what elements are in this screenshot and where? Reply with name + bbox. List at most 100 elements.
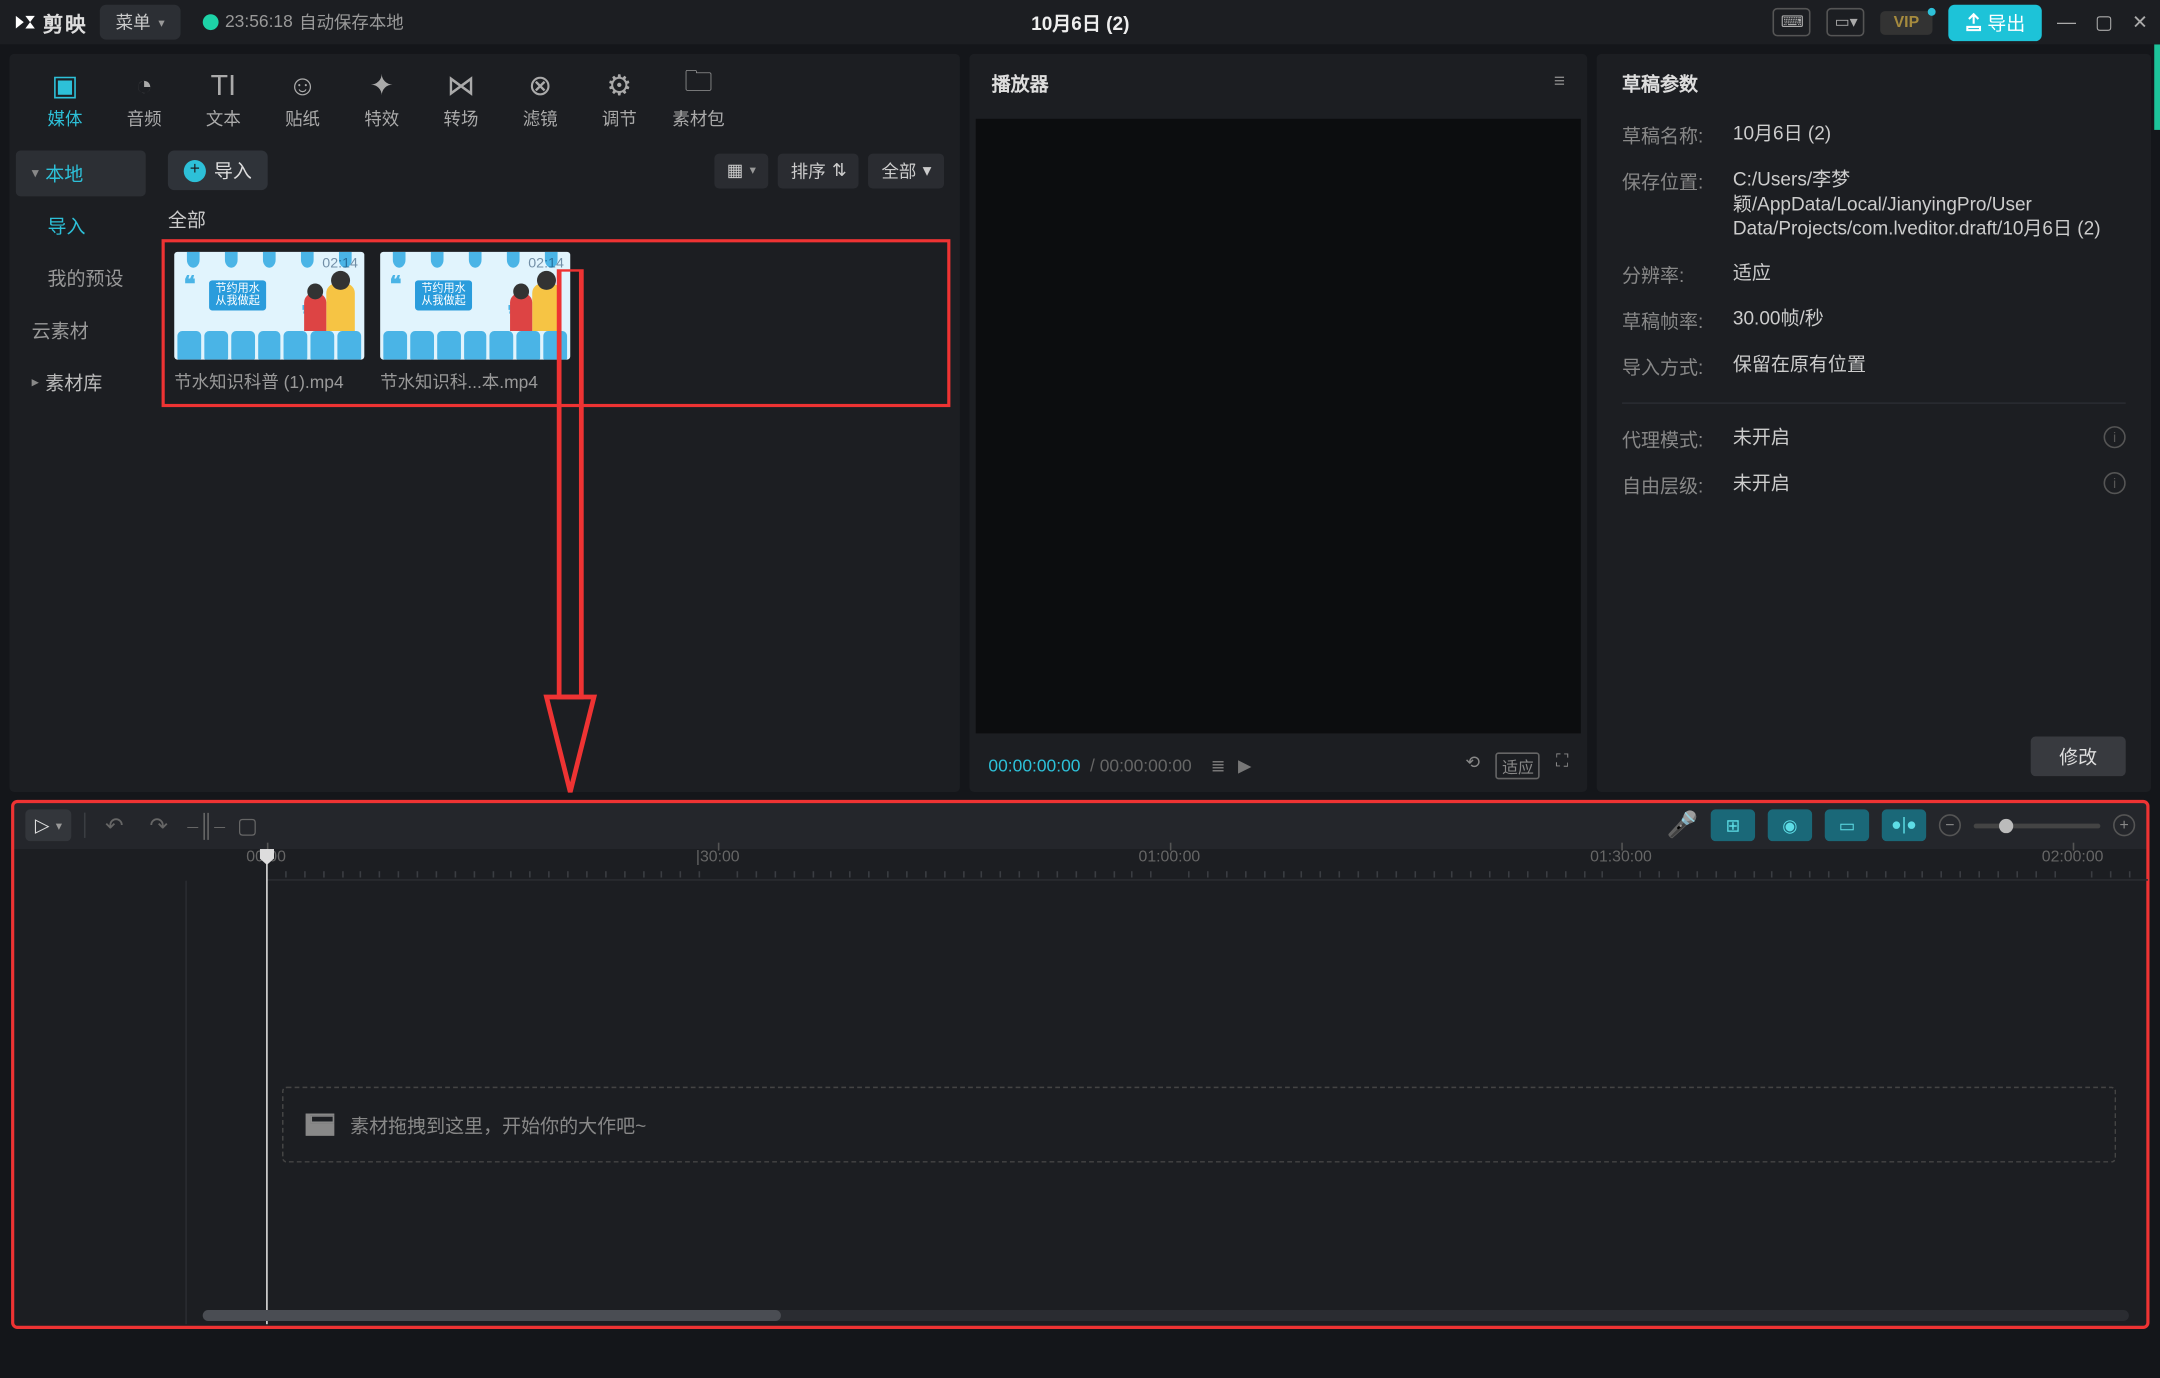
crop-icon[interactable]: ⟲ xyxy=(1465,752,1480,779)
player-viewport[interactable] xyxy=(976,119,1581,734)
play-icon[interactable]: ▶ xyxy=(1238,756,1251,777)
media-sidebar: ▾本地 导入 我的预设 云素材 ▸素材库 xyxy=(10,138,153,792)
close-button[interactable]: ✕ xyxy=(2132,11,2148,33)
tab-media[interactable]: ▣媒体 xyxy=(25,63,104,137)
player-title: 播放器 xyxy=(992,70,1049,97)
export-button[interactable]: 导出 xyxy=(1948,4,2041,40)
ruler-tick: 02:00:00 xyxy=(2042,849,2104,866)
timeline-panel: ▷▾ ↶ ↷ ⎯║⎯ ▢ 🎤 ⊞ ◉ ▭ ●|● − + 00:00 |30:0… xyxy=(13,802,2148,1328)
undo-button[interactable]: ↶ xyxy=(99,812,131,839)
player-menu-icon[interactable]: ≡ xyxy=(1554,70,1565,97)
funnel-icon: ▾ xyxy=(923,160,932,181)
tab-audio[interactable]: ◔音频 xyxy=(105,63,184,137)
layout-icon[interactable]: ▭▾ xyxy=(1827,8,1865,37)
zoom-in-button[interactable]: + xyxy=(2113,814,2135,836)
filter-all-button[interactable]: 全部▾ xyxy=(869,153,944,188)
tab-effect[interactable]: ✦特效 xyxy=(342,63,421,137)
import-button[interactable]: + 导入 xyxy=(168,150,268,190)
keyboard-icon[interactable]: ⌨ xyxy=(1773,8,1811,37)
media-item[interactable]: ❝❞ 节约用水从我做起 02:14 节水知识科普 (1).mp4 xyxy=(174,252,364,395)
tab-pack[interactable]: 🗀素材包 xyxy=(659,63,738,137)
info-icon[interactable]: i xyxy=(2104,472,2126,494)
titlebar: 剪映 菜单▾ 23:56:18 自动保存本地 10月6日 (2) ⌨ ▭▾ VI… xyxy=(0,0,2160,44)
timecode-total: 00:00:00:00 xyxy=(1100,756,1192,775)
media-panel: ▣媒体 ◔音频 TI文本 ☺贴纸 ✦特效 ⋈转场 ⊗滤镜 ⚙调节 🗀素材包 ▾本… xyxy=(10,54,960,792)
filter-icon: ⊗ xyxy=(528,70,552,102)
grid-icon: ▦ xyxy=(727,160,743,181)
info-icon[interactable]: i xyxy=(2104,426,2126,448)
media-icon: ▣ xyxy=(51,70,78,102)
cursor-icon: ▷ xyxy=(35,814,50,836)
prop-fps-label: 草稿帧率: xyxy=(1622,307,1733,334)
tab-text[interactable]: TI文本 xyxy=(184,63,263,137)
list-icon[interactable]: ≣ xyxy=(1211,756,1226,777)
track-header-area xyxy=(13,881,187,1325)
timeline-scrollbar[interactable] xyxy=(203,1310,2129,1321)
section-label: 全部 xyxy=(168,206,944,233)
sidebar-item-import[interactable]: 导入 xyxy=(16,203,146,249)
timeline-ruler[interactable]: 00:00 |30:00 01:00:00 01:30:00 02:00:00 xyxy=(266,849,2148,881)
fit-button[interactable]: 适应 xyxy=(1496,752,1540,779)
cursor-tool[interactable]: ▷▾ xyxy=(25,809,71,841)
sidebar-item-library[interactable]: ▸素材库 xyxy=(16,360,146,406)
tab-adjust[interactable]: ⚙调节 xyxy=(580,63,659,137)
split-button[interactable]: ⎯║⎯ xyxy=(187,812,219,839)
modify-button[interactable]: 修改 xyxy=(2031,737,2126,777)
sidebar-item-cloud[interactable]: 云素材 xyxy=(16,307,146,353)
prop-fps-value: 30.00帧/秒 xyxy=(1733,307,2126,334)
audio-icon: ◔ xyxy=(136,70,153,102)
prop-import-label: 导入方式: xyxy=(1622,353,1733,380)
zoom-slider[interactable] xyxy=(1974,823,2101,828)
zoom-out-button[interactable]: − xyxy=(1939,814,1961,836)
sticker-icon: ☺ xyxy=(288,70,317,102)
redo-button[interactable]: ↷ xyxy=(143,812,175,839)
timeline-drop-zone[interactable]: 素材拖拽到这里，开始你的大作吧~ xyxy=(282,1087,2116,1163)
sort-icon: ⇅ xyxy=(832,160,847,181)
tab-filter[interactable]: ⊗滤镜 xyxy=(501,63,580,137)
sort-button[interactable]: 排序⇅ xyxy=(778,153,859,188)
prop-res-label: 分辨率: xyxy=(1622,261,1733,288)
sidebar-item-preset[interactable]: 我的预设 xyxy=(16,255,146,301)
properties-panel: 草稿参数 草稿名称:10月6日 (2) 保存位置:C:/Users/李梦颖/Ap… xyxy=(1597,54,2151,792)
prop-path-label: 保存位置: xyxy=(1622,168,1733,242)
app-logo: 剪映 xyxy=(13,7,87,37)
magnet-button-1[interactable]: ⊞ xyxy=(1711,809,1755,841)
view-grid-button[interactable]: ▦▾ xyxy=(714,153,769,188)
plus-icon: + xyxy=(184,159,206,181)
prop-name-value: 10月6日 (2) xyxy=(1733,122,2126,149)
tab-transition[interactable]: ⋈转场 xyxy=(421,63,500,137)
maximize-button[interactable]: ▢ xyxy=(2095,11,2113,33)
menu-button[interactable]: 菜单▾ xyxy=(100,5,181,40)
props-title: 草稿参数 xyxy=(1622,70,2126,97)
timeline-tracks[interactable]: 素材拖拽到这里，开始你的大作吧~ xyxy=(13,881,2148,1325)
ruler-tick: |30:00 xyxy=(696,849,740,866)
duration-label: 02:14 xyxy=(322,255,358,271)
media-grid: ❝❞ 节约用水从我做起 02:14 节水知识科普 (1).mp4 xyxy=(168,246,944,401)
document-title: 10月6日 (2) xyxy=(1031,9,1129,36)
prop-layer-label: 自由层级: xyxy=(1622,472,1733,499)
minimize-button[interactable]: — xyxy=(2057,11,2076,33)
tab-sticker[interactable]: ☺贴纸 xyxy=(263,63,342,137)
autosave-indicator: 23:56:18 自动保存本地 xyxy=(203,10,404,35)
duration-label: 02:14 xyxy=(528,255,564,271)
sidebar-item-local[interactable]: ▾本地 xyxy=(16,150,146,196)
media-item[interactable]: ❝❞ 节约用水从我做起 02:14 节水知识科...本.mp4 xyxy=(380,252,570,395)
ruler-tick: 01:30:00 xyxy=(1590,849,1652,866)
vip-badge[interactable]: VIP xyxy=(1881,10,1932,34)
prop-res-value: 适应 xyxy=(1733,261,2126,288)
mic-icon[interactable]: 🎤 xyxy=(1666,809,1698,841)
magnet-button-2[interactable]: ◉ xyxy=(1768,809,1812,841)
fullscreen-icon[interactable]: ⛶ xyxy=(1556,752,1568,779)
crop-tool-icon[interactable]: ▢ xyxy=(232,812,264,839)
magnet-button-3[interactable]: ▭ xyxy=(1825,809,1869,841)
adjust-icon: ⚙ xyxy=(607,70,633,102)
export-icon xyxy=(1963,13,1982,32)
timecode-current: 00:00:00:00 xyxy=(988,756,1080,775)
text-icon: TI xyxy=(211,70,236,102)
prop-layer-value: 未开启 xyxy=(1733,472,2104,499)
magnet-button-4[interactable]: ●|● xyxy=(1882,809,1926,841)
prop-proxy-value: 未开启 xyxy=(1733,426,2104,453)
media-thumbnail: ❝❞ 节约用水从我做起 02:14 xyxy=(380,252,570,360)
media-item-name: 节水知识科普 (1).mp4 xyxy=(174,369,364,394)
transition-icon: ⋈ xyxy=(447,70,476,102)
